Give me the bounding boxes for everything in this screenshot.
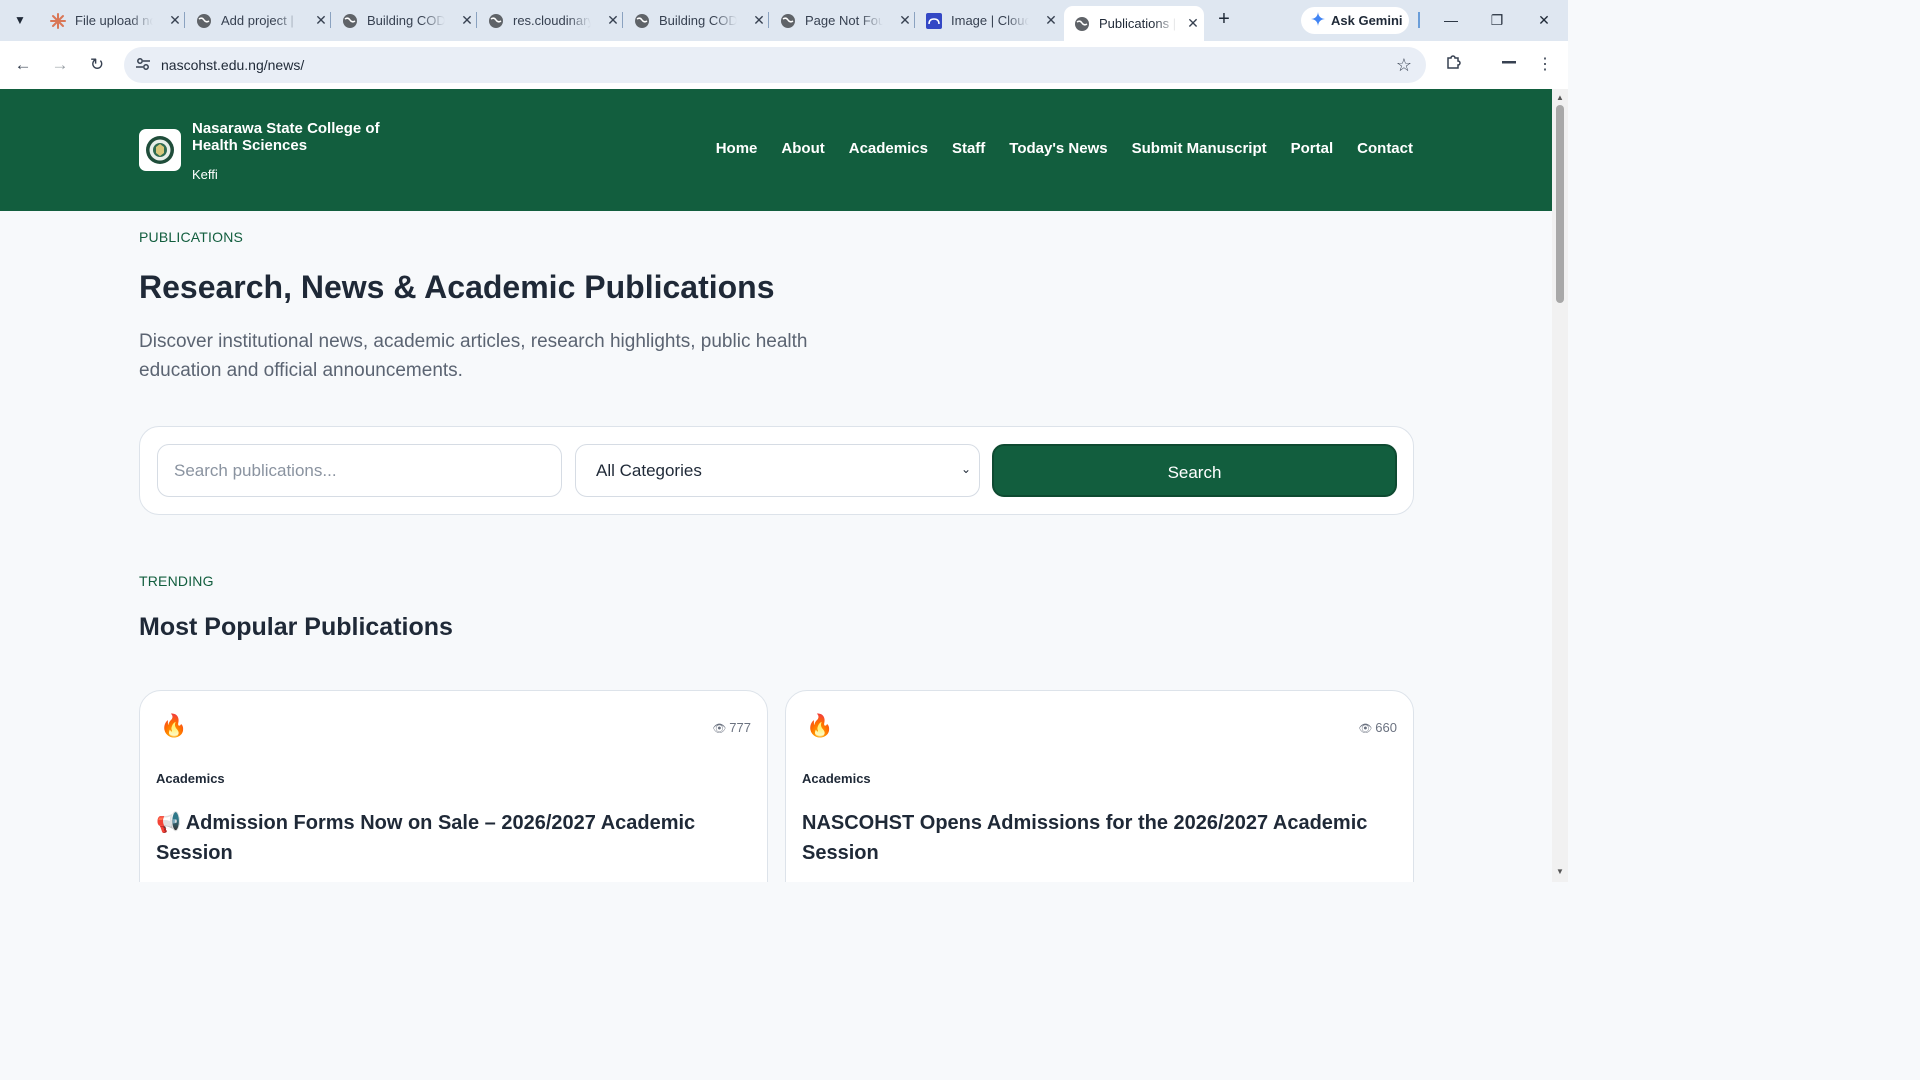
tab-title: res.cloudinary	[513, 13, 591, 28]
site-header: Nasarawa State College of Health Science…	[0, 89, 1552, 211]
publication-card[interactable]: 🔥 👁 777 Academics 📢 Admission Forms Now o…	[139, 690, 768, 882]
card-category: Academics	[802, 771, 871, 786]
profile-menu-icon[interactable]	[1497, 53, 1521, 77]
address-bar[interactable]: nascohst.edu.ng/news/ ☆	[124, 47, 1426, 83]
extensions-puzzle-icon[interactable]	[1442, 53, 1466, 77]
tab-title: Publications |	[1099, 16, 1177, 31]
site-settings-icon[interactable]	[134, 56, 152, 74]
card-category: Academics	[156, 771, 225, 786]
claude-icon	[50, 12, 66, 29]
gemini-sparkle-icon	[1311, 12, 1325, 29]
category-select-value: All Categories	[596, 461, 702, 480]
ask-gemini-button[interactable]: Ask Gemini	[1301, 7, 1409, 34]
globe-icon	[196, 13, 212, 29]
scrollbar-thumb[interactable]	[1556, 105, 1564, 303]
publication-card[interactable]: 🔥 👁 660 Academics NASCOHST Opens Admissio…	[785, 690, 1414, 882]
back-arrow-icon[interactable]: ←	[11, 53, 35, 77]
nav-home[interactable]: Home	[716, 140, 758, 157]
search-panel: All Categories ⌄ Search	[139, 426, 1414, 515]
college-name[interactable]: Nasarawa State College of Health Science…	[192, 120, 392, 154]
browser-tab-active[interactable]: Publications | ✕	[1064, 6, 1204, 41]
page-description: Discover institutional news, academic ar…	[139, 331, 808, 381]
browser-tab[interactable]: Building COD ✕	[326, 6, 475, 35]
restore-window-icon[interactable]: ❐	[1483, 8, 1511, 32]
view-count-value: 660	[1375, 720, 1397, 735]
search-input[interactable]	[157, 444, 562, 497]
college-location: Keffi	[192, 167, 218, 182]
new-tab-button[interactable]: +	[1212, 8, 1236, 32]
search-button[interactable]: Search	[992, 444, 1397, 497]
tab-title: Building COD	[659, 13, 737, 28]
globe-icon	[634, 13, 650, 29]
reload-icon[interactable]: ↻	[85, 53, 109, 77]
nav-staff[interactable]: Staff	[952, 140, 985, 157]
eye-icon: 👁	[712, 723, 727, 735]
section-title: Most Popular Publications	[139, 613, 453, 641]
forward-arrow-icon[interactable]: →	[48, 53, 72, 77]
view-count-value: 777	[729, 720, 751, 735]
main-nav: Home About Academics Staff Today's News …	[716, 140, 1413, 157]
bookmark-star-icon[interactable]: ☆	[1396, 55, 1412, 75]
browser-tab[interactable]: res.cloudinary ✕	[472, 6, 621, 35]
browser-tab[interactable]: File upload no ✕	[34, 6, 183, 35]
view-count: 👁 777	[712, 720, 751, 735]
nav-submit-manuscript[interactable]: Submit Manuscript	[1132, 140, 1267, 157]
nav-academics[interactable]: Academics	[849, 140, 928, 157]
close-tab-icon[interactable]: ✕	[1043, 12, 1059, 29]
fire-icon: 🔥	[806, 713, 834, 738]
card-title[interactable]: NASCOHST Opens Admissions for the 2026/2…	[802, 808, 1392, 868]
tab-title: Building COD	[367, 13, 445, 28]
college-logo[interactable]	[139, 129, 181, 171]
globe-icon	[488, 13, 504, 29]
scroll-up-arrow-icon[interactable]: ▲	[1555, 93, 1565, 103]
page-title: Research, News & Academic Publications	[139, 269, 775, 305]
tab-title: File upload no	[75, 13, 153, 28]
nav-about[interactable]: About	[781, 140, 824, 157]
browser-toolbar: ← → ↻ nascohst.edu.ng/news/ ☆ ⋮	[0, 41, 1568, 89]
fire-icon: 🔥	[160, 713, 188, 738]
browser-tab[interactable]: Image | Clouc ✕	[910, 6, 1059, 35]
section-eyebrow: PUBLICATIONS	[139, 229, 244, 245]
category-select[interactable]: All Categories ⌄	[575, 444, 980, 497]
close-tab-icon[interactable]: ✕	[1185, 15, 1201, 32]
browser-tab-bar: ▼ File upload no ✕ Add project | ✕ Build…	[0, 0, 1568, 41]
nav-portal[interactable]: Portal	[1291, 140, 1334, 157]
tab-title: Page Not Fou	[805, 13, 883, 28]
ask-gemini-label: Ask Gemini	[1331, 13, 1403, 28]
tab-search-chevron-icon[interactable]: ▼	[8, 8, 32, 32]
url-text[interactable]: nascohst.edu.ng/news/	[161, 57, 304, 73]
chevron-down-icon: ⌄	[960, 462, 971, 476]
page-viewport: Nasarawa State College of Health Science…	[0, 89, 1552, 882]
section-eyebrow: TRENDING	[139, 573, 214, 589]
tab-title: Add project |	[221, 13, 294, 28]
scroll-down-arrow-icon[interactable]: ▼	[1555, 867, 1565, 877]
view-count: 👁 660	[1358, 720, 1397, 735]
globe-icon	[1074, 16, 1090, 32]
tab-title: Image | Clouc	[951, 13, 1029, 28]
nav-contact[interactable]: Contact	[1357, 140, 1413, 157]
browser-tab[interactable]: Add project | ✕	[180, 6, 329, 35]
globe-icon	[342, 13, 358, 29]
eye-icon: 👁	[1358, 723, 1373, 735]
more-options-icon[interactable]: ⋮	[1533, 53, 1557, 77]
nav-todays-news[interactable]: Today's News	[1009, 140, 1107, 157]
globe-icon	[780, 13, 796, 29]
minimize-window-icon[interactable]: —	[1437, 8, 1465, 32]
close-window-icon[interactable]: ✕	[1530, 8, 1558, 32]
browser-tab[interactable]: Page Not Fou ✕	[764, 6, 913, 35]
card-title[interactable]: 📢 Admission Forms Now on Sale – 2026/202…	[156, 808, 746, 868]
cloudinary-icon	[926, 12, 942, 29]
page-scrollbar[interactable]: ▲ ▼	[1552, 89, 1568, 882]
browser-tab[interactable]: Building COD ✕	[618, 6, 767, 35]
tab-separator	[1418, 12, 1420, 28]
